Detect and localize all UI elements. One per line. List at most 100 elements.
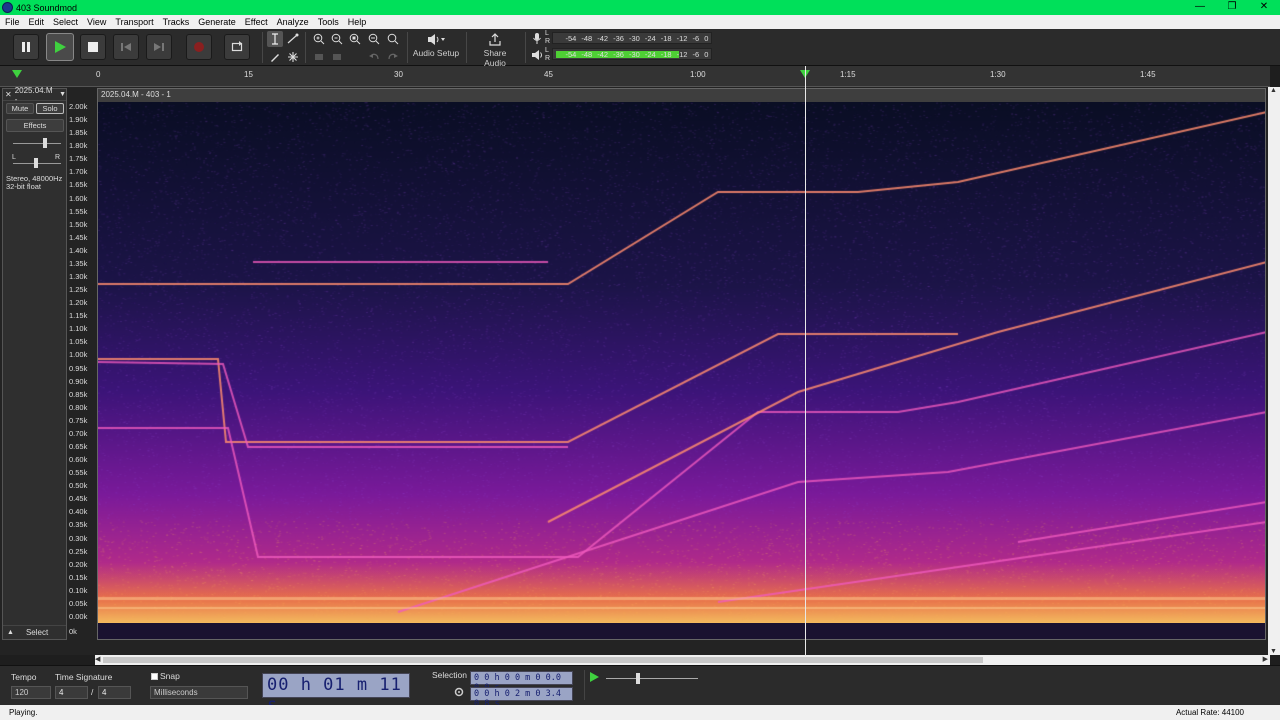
time-sig-denominator[interactable]: 4: [98, 686, 131, 699]
menu-effect[interactable]: Effect: [240, 17, 272, 27]
track-name-menu[interactable]: 2025.04.M -: [15, 86, 56, 104]
meter-tick: -18: [660, 33, 672, 43]
vertical-scrollbar[interactable]: ▲ ▼: [1268, 87, 1280, 655]
close-button[interactable]: ✕: [1248, 0, 1280, 15]
pan-left-label: L: [12, 154, 16, 161]
zoom-out-button[interactable]: [329, 31, 345, 47]
menu-help[interactable]: Help: [343, 17, 371, 27]
menu-select[interactable]: Select: [48, 17, 82, 27]
meter-tick: 0: [704, 49, 709, 59]
play-at-speed-icon[interactable]: [589, 672, 599, 682]
gain-slider-thumb[interactable]: [43, 138, 47, 148]
restore-button[interactable]: ❐: [1216, 0, 1248, 15]
record-meter[interactable]: -54 -48 -42 -36 -30 -24 -18 -12 -6 0: [552, 32, 712, 44]
menu-generate[interactable]: Generate: [193, 17, 240, 27]
track-format-info: Stereo, 48000Hz 32-bit float: [6, 175, 62, 191]
play-meter-channel-l: L: [545, 47, 549, 54]
frequency-label: 1.05k: [69, 337, 88, 347]
frequency-label: 1.15k: [69, 311, 88, 321]
horizontal-scrollbar[interactable]: ◀ ▶: [95, 655, 1270, 665]
menu-analyze[interactable]: Analyze: [272, 17, 313, 27]
frequency-label: 0.85k: [69, 389, 88, 399]
speaker-icon: [428, 34, 445, 45]
fit-selection-button[interactable]: [347, 31, 363, 47]
menu-edit[interactable]: Edit: [24, 17, 49, 27]
scroll-down-icon[interactable]: ▼: [1270, 648, 1277, 655]
frequency-label: 0.30k: [69, 533, 88, 543]
pan-slider-thumb[interactable]: [34, 158, 38, 168]
fit-project-button[interactable]: [366, 31, 382, 47]
scroll-up-icon[interactable]: ▲: [1270, 87, 1277, 94]
audio-setup-button[interactable]: Audio Setup: [412, 33, 460, 58]
minimize-button[interactable]: —: [1184, 0, 1216, 15]
play-speed-slider-thumb[interactable]: [636, 673, 640, 684]
snap-select[interactable]: Milliseconds: [150, 686, 248, 699]
horizontal-scroll-thumb[interactable]: [103, 657, 983, 663]
record-button[interactable]: [186, 34, 212, 60]
snap-checkbox[interactable]: [151, 673, 158, 680]
frequency-label: 1.55k: [69, 206, 88, 216]
spectrogram[interactable]: [98, 102, 1265, 625]
pause-button[interactable]: [13, 34, 39, 60]
solo-button[interactable]: Solo: [36, 103, 64, 114]
stop-button[interactable]: [80, 34, 106, 60]
effects-button[interactable]: Effects: [6, 119, 64, 132]
select-track-button[interactable]: Select: [26, 628, 48, 637]
frequency-label: 1.65k: [69, 180, 88, 190]
menu-tracks[interactable]: Tracks: [158, 17, 194, 27]
status-text: Playing.: [9, 708, 38, 717]
frequency-label: 0.50k: [69, 481, 88, 491]
menu-tools[interactable]: Tools: [313, 17, 343, 27]
frequency-label: 0.95k: [69, 363, 88, 373]
undo-button[interactable]: [366, 49, 382, 65]
menu-view[interactable]: View: [82, 17, 110, 27]
audio-clip[interactable]: 2025.04.M - 403 - 1: [97, 88, 1266, 640]
scroll-left-icon[interactable]: ◀: [95, 655, 100, 663]
frequency-label: 1.00k: [69, 350, 88, 360]
loop-button[interactable]: [224, 34, 250, 60]
collapse-track-icon[interactable]: ▲: [7, 629, 14, 636]
share-audio-button[interactable]: Share Audio: [472, 33, 518, 68]
selection-end-time[interactable]: 0 0 h 0 2 m 0 3.4 0 8 s: [470, 687, 573, 709]
meter-tick: -42: [597, 49, 609, 59]
silence-button[interactable]: [329, 49, 345, 65]
envelope-tool-button[interactable]: [285, 31, 301, 47]
zoom-toggle-button[interactable]: [385, 31, 401, 47]
playback-speaker-icon: [532, 50, 542, 60]
frequency-label: 0.25k: [69, 546, 88, 556]
frequency-label: 0.15k: [69, 572, 88, 582]
clip-title-bar[interactable]: 2025.04.M - 403 - 1: [98, 89, 1265, 102]
play-button[interactable]: [46, 33, 74, 61]
frequency-label: 0.75k: [69, 415, 88, 425]
gain-slider-track: [13, 143, 61, 144]
chevron-down-icon[interactable]: ▼: [59, 91, 66, 98]
track-select-bar: ▲ Select: [3, 625, 66, 639]
time-sig-numerator[interactable]: 4: [55, 686, 88, 699]
selection-start-time[interactable]: 0 0 h 0 0 m 0 0.0 0 0 s: [470, 671, 573, 693]
timeline-ruler[interactable]: 0 15 30 45 1:00 1:15 1:30 1:45: [0, 66, 1270, 87]
frequency-label: 0.80k: [69, 402, 88, 412]
skip-start-button[interactable]: [113, 34, 139, 60]
time-display[interactable]: 00 h 01 m 11 s: [262, 673, 410, 715]
tempo-input[interactable]: 120: [11, 686, 51, 699]
close-track-icon[interactable]: ✕: [5, 90, 12, 99]
toolbar-separator: [262, 32, 263, 63]
selection-tool-button[interactable]: [267, 31, 283, 47]
menu-transport[interactable]: Transport: [110, 17, 157, 27]
mute-button[interactable]: Mute: [6, 103, 34, 114]
ruler-tick: 45: [544, 70, 553, 79]
draw-tool-button[interactable]: [267, 49, 283, 65]
frequency-label: 0.65k: [69, 442, 88, 451]
meter-tick: -42: [597, 33, 609, 43]
frequency-label: 0.05k: [69, 598, 88, 608]
multi-tool-button[interactable]: [285, 49, 301, 65]
playback-meter[interactable]: -54 -48 -42 -36 -30 -24 -18 -12 -6 0: [552, 48, 712, 60]
time-sig-slash: /: [91, 687, 94, 697]
trim-button[interactable]: [311, 49, 327, 65]
menu-file[interactable]: File: [0, 17, 24, 27]
scroll-right-icon[interactable]: ▶: [1263, 655, 1268, 663]
gear-icon[interactable]: [454, 687, 464, 697]
skip-end-button[interactable]: [146, 34, 172, 60]
redo-button[interactable]: [385, 49, 401, 65]
zoom-in-button[interactable]: [311, 31, 327, 47]
